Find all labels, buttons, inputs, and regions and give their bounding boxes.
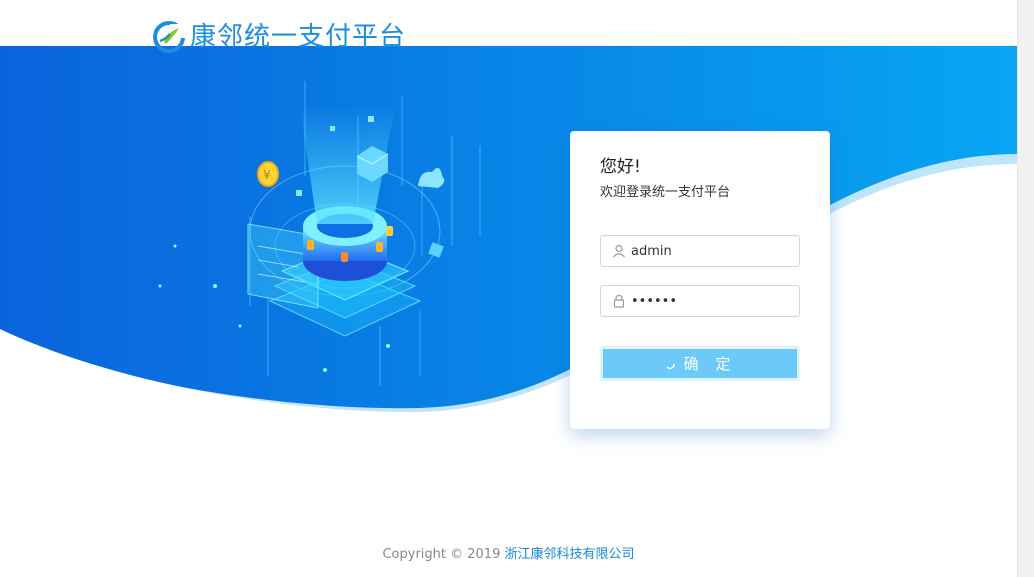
confirm-button-label: 确 定 [683, 355, 737, 373]
brand-logo[interactable]: 康邻统一支付平台 [152, 18, 406, 56]
brand-name: 康邻统一支付平台 [190, 22, 407, 52]
lock-icon [613, 294, 625, 308]
footer: Copyright © 2019 浙江康邻科技有限公司 [0, 543, 1017, 562]
greeting-title: 您好! [600, 157, 641, 177]
welcome-subtitle: 欢迎登录统一支付平台 [600, 185, 731, 200]
svg-text:¥: ¥ [263, 168, 271, 182]
username-input[interactable] [631, 237, 791, 265]
copyright-text: Copyright © 2019 [382, 547, 505, 562]
user-icon [613, 244, 625, 258]
loading-spinner-icon [666, 363, 675, 369]
confirm-button[interactable]: 确 定 [600, 346, 800, 381]
login-card: 您好! 欢迎登录统一支付平台 确 定 [570, 131, 830, 429]
company-link[interactable]: 浙江康邻科技有限公司 [505, 547, 635, 562]
username-field[interactable] [600, 235, 800, 267]
password-input[interactable] [631, 287, 791, 315]
brand-logo-icon [153, 21, 186, 53]
vertical-scrollbar[interactable] [1017, 0, 1034, 577]
password-field[interactable] [600, 285, 800, 317]
hero-banner: ¥ [0, 46, 1017, 426]
